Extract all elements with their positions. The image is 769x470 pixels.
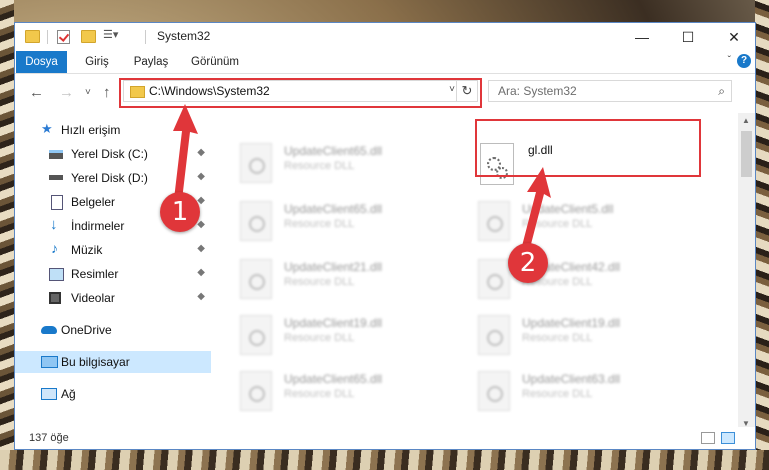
arrow-1	[173, 104, 198, 200]
step-badge-1: 1	[160, 192, 200, 232]
arrow-2	[522, 167, 551, 248]
annotation-arrows	[173, 104, 551, 248]
step-badge-2: 2	[508, 243, 548, 283]
